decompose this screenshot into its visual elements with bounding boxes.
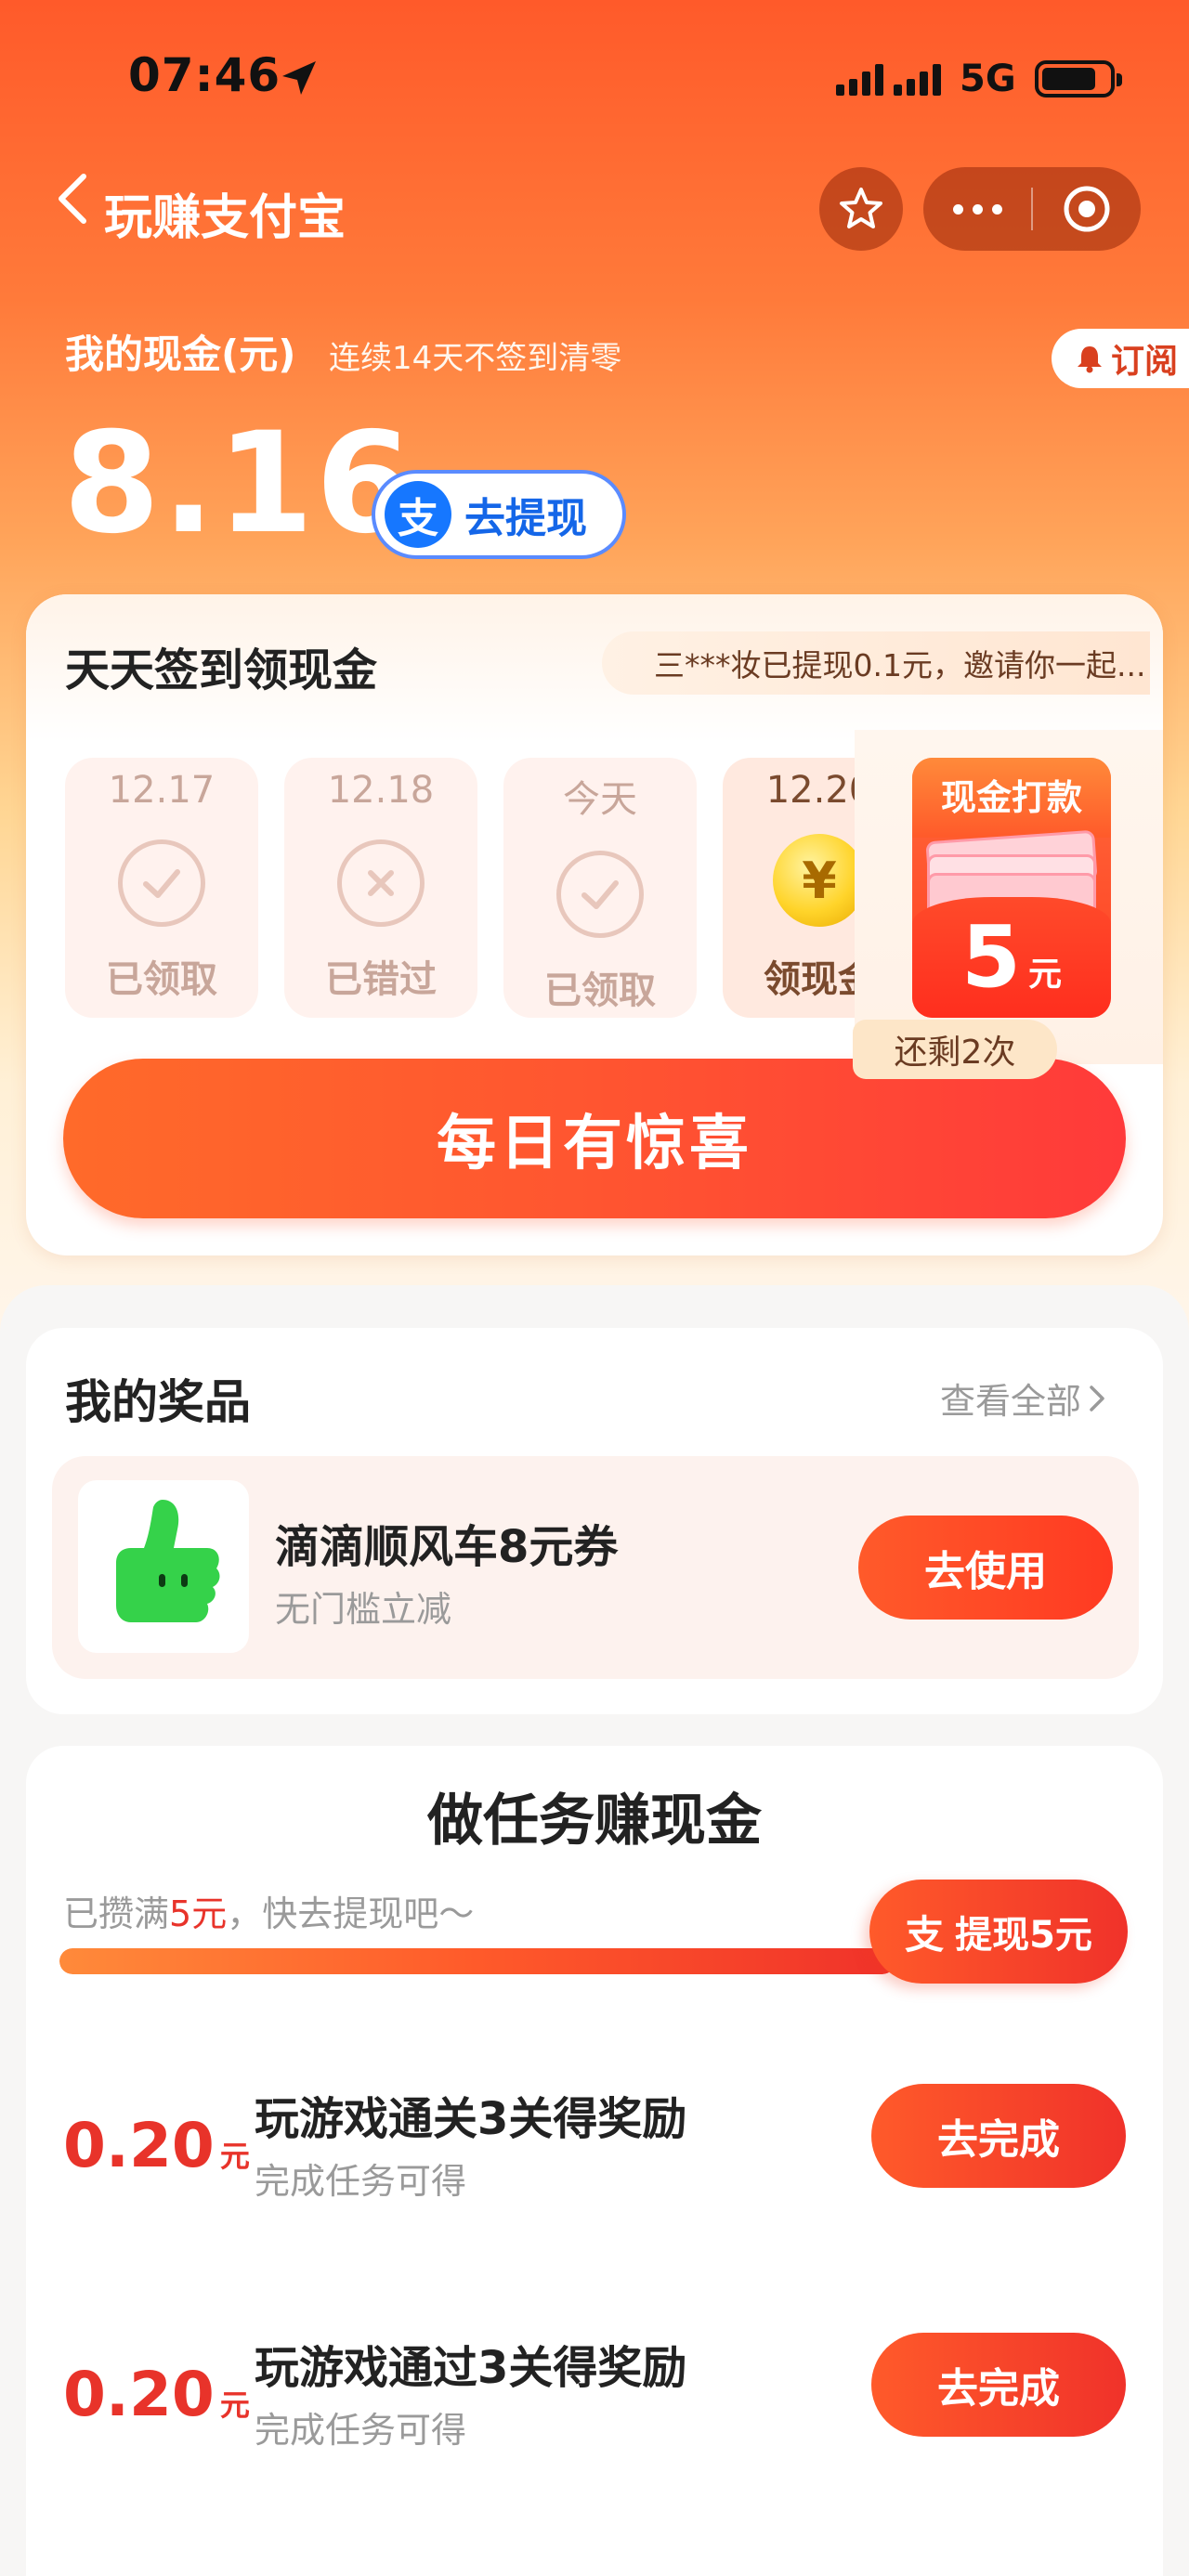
close-miniapp-button[interactable] bbox=[1033, 183, 1141, 235]
tasks-title: 做任务赚现金 bbox=[427, 1789, 762, 1854]
subscribe-button[interactable]: 订阅 bbox=[1052, 329, 1189, 388]
progress-fill bbox=[59, 1948, 895, 1974]
tasks-progress-text: 已攒满5元，快去提现吧～ bbox=[63, 1885, 474, 1936]
bonus-value: 5 bbox=[960, 907, 1021, 1007]
task-row: 0.20 元 玩游戏通过3关得奖励 完成任务可得 去完成 bbox=[0, 2322, 1189, 2451]
miniapp-capsule bbox=[923, 167, 1141, 251]
task-name: 玩游戏通过3关得奖励 bbox=[255, 2342, 687, 2394]
task-row: 0.20 元 玩游戏通关3关得奖励 完成任务可得 去完成 bbox=[0, 2073, 1189, 2202]
day-status: 已领取 bbox=[106, 958, 217, 1001]
progress-bar bbox=[59, 1948, 895, 1974]
cross-icon bbox=[337, 839, 425, 927]
task-sub: 完成任务可得 bbox=[255, 2161, 467, 2202]
cash-note: 连续14天不签到清零 bbox=[329, 340, 622, 377]
task-amount: 0.20 bbox=[63, 2110, 215, 2181]
location-arrow-icon bbox=[282, 61, 316, 95]
task-amount: 0.20 bbox=[63, 2359, 215, 2430]
day-date: 12.17 bbox=[108, 769, 216, 812]
view-all-link[interactable]: 查看全部 bbox=[940, 1373, 1107, 1424]
bonus-unit: 元 bbox=[1028, 956, 1063, 994]
view-all-label: 查看全部 bbox=[940, 1381, 1082, 1422]
cash-amount: 8.16 bbox=[63, 403, 415, 565]
chevron-right-icon bbox=[1090, 1385, 1104, 1412]
cash-bonus-card[interactable]: 现金打款 5 元 bbox=[912, 758, 1111, 1018]
back-chevron-icon[interactable] bbox=[52, 171, 95, 227]
progress-amount: 5元 bbox=[169, 1893, 228, 1934]
daily-surprise-button[interactable]: 每日有惊喜 bbox=[63, 1059, 1126, 1218]
prize-desc: 无门槛立减 bbox=[275, 1589, 452, 1630]
withdraw-button[interactable]: 支 去提现 bbox=[372, 470, 626, 559]
bell-icon bbox=[1078, 346, 1102, 373]
task-sub: 完成任务可得 bbox=[255, 2410, 467, 2451]
day-date: 12.18 bbox=[327, 769, 435, 812]
page-title: 玩赚支付宝 bbox=[104, 190, 346, 246]
day-status: 已领取 bbox=[544, 969, 656, 1012]
alipay-icon: 支 bbox=[905, 1911, 945, 1958]
task-unit: 元 bbox=[219, 2139, 250, 2174]
invite-ticker[interactable]: 三***妆已提现0.1元，邀请你一起... bbox=[602, 631, 1150, 695]
complete-task-button[interactable]: 去完成 bbox=[871, 2333, 1126, 2437]
signin-day: 今天 已领取 bbox=[503, 758, 697, 1018]
signin-title: 天天签到领现金 bbox=[65, 644, 378, 696]
alipay-icon: 支 bbox=[385, 481, 451, 548]
cashout-label: 提现5元 bbox=[955, 1914, 1092, 1957]
more-button[interactable] bbox=[923, 203, 1031, 215]
status-indicators: 5G bbox=[836, 58, 1122, 100]
prizes-title: 我的奖品 bbox=[65, 1375, 251, 1429]
signal-icon bbox=[836, 62, 941, 96]
bonus-header: 现金打款 bbox=[912, 758, 1111, 838]
prize-thumbnail bbox=[78, 1480, 249, 1653]
task-name: 玩游戏通关3关得奖励 bbox=[255, 2093, 687, 2145]
remaining-badge: 还剩2次 bbox=[853, 1020, 1057, 1079]
coin-icon: ¥ bbox=[773, 834, 866, 927]
task-reward: 0.20 元 bbox=[63, 2110, 250, 2181]
signin-day: 12.17 已领取 bbox=[65, 758, 258, 1018]
progress-suffix: ，快去提现吧～ bbox=[227, 1893, 475, 1934]
check-icon bbox=[118, 839, 205, 927]
invite-text: 三***妆已提现0.1元，邀请你一起... bbox=[654, 647, 1146, 683]
network-type: 5G bbox=[960, 58, 1016, 100]
signin-day: 12.18 已错过 bbox=[284, 758, 477, 1018]
status-time: 07:46 bbox=[128, 48, 281, 102]
progress-prefix: 已攒满 bbox=[63, 1893, 170, 1934]
task-reward: 0.20 元 bbox=[63, 2359, 250, 2430]
prize-name: 滴滴顺风车8元券 bbox=[275, 1521, 619, 1573]
signin-card: 天天签到领现金 三***妆已提现0.1元，邀请你一起... 12.17 已领取 … bbox=[26, 594, 1163, 1255]
task-unit: 元 bbox=[219, 2387, 250, 2423]
target-icon bbox=[1064, 186, 1110, 232]
battery-icon bbox=[1034, 60, 1122, 98]
withdraw-label: 去提现 bbox=[464, 495, 587, 542]
day-date: 今天 bbox=[563, 778, 637, 821]
complete-task-button[interactable]: 去完成 bbox=[871, 2084, 1126, 2188]
star-icon bbox=[840, 188, 882, 228]
day-status: 已错过 bbox=[325, 958, 437, 1001]
favorite-button[interactable] bbox=[819, 167, 903, 251]
cashout-button[interactable]: 支 提现5元 bbox=[869, 1880, 1128, 1984]
check-icon bbox=[556, 851, 644, 938]
subscribe-label: 订阅 bbox=[1111, 343, 1179, 381]
cash-label: 我的现金(元) bbox=[65, 332, 296, 377]
thumbs-up-icon bbox=[116, 1500, 220, 1622]
use-prize-button[interactable]: 去使用 bbox=[858, 1516, 1113, 1620]
